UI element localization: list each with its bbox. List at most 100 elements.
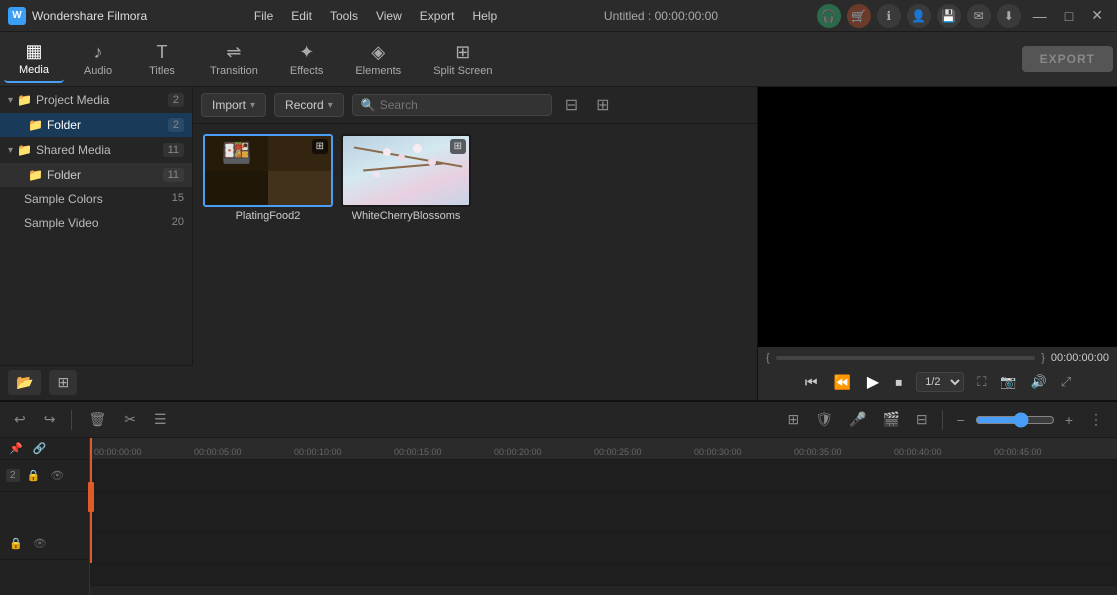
titles-tab-icon: T	[157, 42, 168, 63]
tab-media[interactable]: ▦ Media	[4, 35, 64, 83]
delete-button[interactable]: 🗑	[82, 408, 112, 431]
project-media-folder-icon: 📁	[17, 93, 32, 107]
zoom-slider[interactable]	[975, 412, 1055, 428]
sample-video-count: 20	[172, 216, 184, 230]
menu-view[interactable]: View	[368, 7, 410, 25]
sample-colors-item[interactable]: Sample Colors 15	[0, 187, 192, 211]
redo-button[interactable]: ↪	[38, 408, 62, 431]
track-link-button[interactable]: 🔗	[30, 441, 50, 456]
screenshot-button[interactable]: 📷	[995, 371, 1021, 393]
minimize-button[interactable]: —	[1027, 8, 1053, 24]
timeline-ruler-area: 00:00:00:00 00:00:05:00 00:00:10:00 00:0…	[90, 438, 1117, 595]
person-icon[interactable]: 👤	[907, 4, 931, 28]
filter-button[interactable]: ⊟	[560, 93, 583, 117]
ruler-mark-2: 00:00:10:00	[294, 447, 342, 457]
cut-button[interactable]: ✂	[118, 408, 142, 431]
timeline-toolbar-right: ⊞ 🛡 🎤 🎬 ⊟ − + ⋮	[782, 408, 1110, 431]
layout-button[interactable]: ⊟	[910, 408, 934, 431]
track1-header: 2 🔒 👁	[0, 460, 89, 492]
preview-panel: { } 00:00:00:00 ⏮ ⏪ ▶ ⏹ 1/2 Full 1/4 ⛶ 📷	[757, 87, 1117, 400]
zoom-out-button[interactable]: −	[951, 409, 971, 431]
track-row-1	[90, 460, 1117, 492]
import-dropdown[interactable]: Import ▾	[201, 93, 266, 117]
tab-transition[interactable]: ⇌ Transition	[196, 35, 272, 83]
overflow-button[interactable]: ⋮	[1083, 408, 1109, 431]
menu-edit[interactable]: Edit	[283, 7, 320, 25]
expand-button[interactable]: ⤢	[1056, 371, 1076, 393]
mic-button[interactable]: 🎤	[843, 408, 872, 431]
shared-media-folder[interactable]: 📁 Folder 11	[0, 163, 192, 187]
grid-view-button[interactable]: ⊞	[591, 93, 614, 117]
playhead[interactable]	[90, 438, 92, 563]
media-grid: 🍱 ⊞ PlatingFood2	[193, 124, 757, 232]
menu-help[interactable]: Help	[464, 7, 505, 25]
menu-file[interactable]: File	[246, 7, 281, 25]
track1-lock[interactable]: 🔒	[24, 468, 44, 483]
shield-button[interactable]: 🛡	[809, 408, 839, 431]
scene-button[interactable]: 🎬	[876, 408, 905, 431]
tab-splitscreen[interactable]: ⊞ Split Screen	[419, 35, 506, 83]
step-back-button[interactable]: ⏪	[827, 371, 856, 394]
menu-export[interactable]: Export	[412, 7, 463, 25]
ruler-mark-7: 00:00:35:00	[794, 447, 842, 457]
info-icon[interactable]: ℹ	[877, 4, 901, 28]
project-media-header[interactable]: ▾ 📁 Project Media 2	[0, 87, 192, 113]
audio-tab-icon: ♪	[94, 42, 103, 63]
import-label: Import	[212, 98, 246, 112]
transition-tab-icon: ⇌	[226, 42, 241, 63]
save-icon[interactable]: 💾	[937, 4, 961, 28]
left-panel: ▾ 📁 Project Media 2 📁 Folder 2 ▾ 📁 Share…	[0, 87, 193, 400]
maximize-button[interactable]: □	[1059, 8, 1079, 24]
media-item-cherryblossom[interactable]: ⊞ WhiteCherryBlossoms	[341, 134, 471, 222]
headphone-icon[interactable]: 🎧	[817, 4, 841, 28]
import-button[interactable]: ⊞	[49, 370, 77, 395]
prev-frame-button[interactable]: ⏮	[799, 371, 824, 394]
ruler-mark-4: 00:00:20:00	[494, 447, 542, 457]
snap-button[interactable]: ⊞	[782, 408, 806, 431]
tab-elements[interactable]: ◈ Elements	[341, 35, 415, 83]
sample-video-item[interactable]: Sample Video 20	[0, 211, 192, 235]
project-media-folder[interactable]: 📁 Folder 2	[0, 113, 192, 137]
ruler-mark-3: 00:00:15:00	[394, 447, 442, 457]
fullscreen-button[interactable]: ⛶	[972, 371, 991, 393]
quality-select[interactable]: 1/2 Full 1/4	[916, 372, 964, 392]
timeline-ruler: 00:00:00:00 00:00:05:00 00:00:10:00 00:0…	[90, 438, 1117, 460]
menu-tools[interactable]: Tools	[322, 7, 366, 25]
folder-label: Folder	[47, 118, 168, 132]
mail-icon[interactable]: ✉	[967, 4, 991, 28]
adjust-button[interactable]: ☰	[148, 408, 173, 431]
search-input[interactable]	[380, 98, 543, 112]
media-thumb-cherryblossom: ⊞	[341, 134, 471, 207]
play-button[interactable]: ▶	[861, 369, 885, 395]
project-media-label: Project Media	[36, 93, 168, 107]
audio-button[interactable]: 🔊	[1026, 371, 1052, 393]
track-pin-button[interactable]: 📌	[6, 441, 26, 456]
titlebar-left: W Wondershare Filmora	[8, 7, 147, 25]
project-media-count: 2	[168, 93, 184, 107]
timeline-scrollbar[interactable]	[90, 585, 1117, 595]
export-button[interactable]: EXPORT	[1022, 46, 1113, 72]
track1-eye[interactable]: 👁	[47, 468, 67, 483]
track2-lock[interactable]: 🔒	[6, 536, 26, 551]
progress-bar[interactable]	[776, 356, 1036, 360]
import-dropdown-arrow: ▾	[250, 100, 255, 111]
undo-button[interactable]: ↩	[8, 408, 32, 431]
media-item-platingfood2[interactable]: 🍱 ⊞ PlatingFood2	[203, 134, 333, 222]
stop-button[interactable]: ⏹	[889, 371, 908, 394]
record-dropdown[interactable]: Record ▾	[274, 93, 344, 117]
tab-audio[interactable]: ♪ Audio	[68, 35, 128, 83]
download-icon[interactable]: ⬇	[997, 4, 1021, 28]
track-headers: 📌 🔗 2 🔒 👁 🔒 👁	[0, 438, 90, 595]
tab-effects[interactable]: ✦ Effects	[276, 35, 337, 83]
close-button[interactable]: ✕	[1085, 7, 1109, 24]
shared-media-header[interactable]: ▾ 📁 Shared Media 11	[0, 137, 192, 163]
new-folder-button[interactable]: 📂	[8, 370, 41, 395]
zoom-in-button[interactable]: +	[1059, 409, 1079, 431]
cart-icon[interactable]: 🛒	[847, 4, 871, 28]
track2-eye[interactable]: 👁	[30, 536, 50, 551]
elements-tab-icon: ◈	[371, 42, 385, 63]
tab-titles[interactable]: T Titles	[132, 35, 192, 83]
ruler-mark-5: 00:00:25:00	[594, 447, 642, 457]
shared-folder-icon: 📁	[28, 168, 43, 182]
search-box[interactable]: 🔍	[352, 94, 552, 116]
